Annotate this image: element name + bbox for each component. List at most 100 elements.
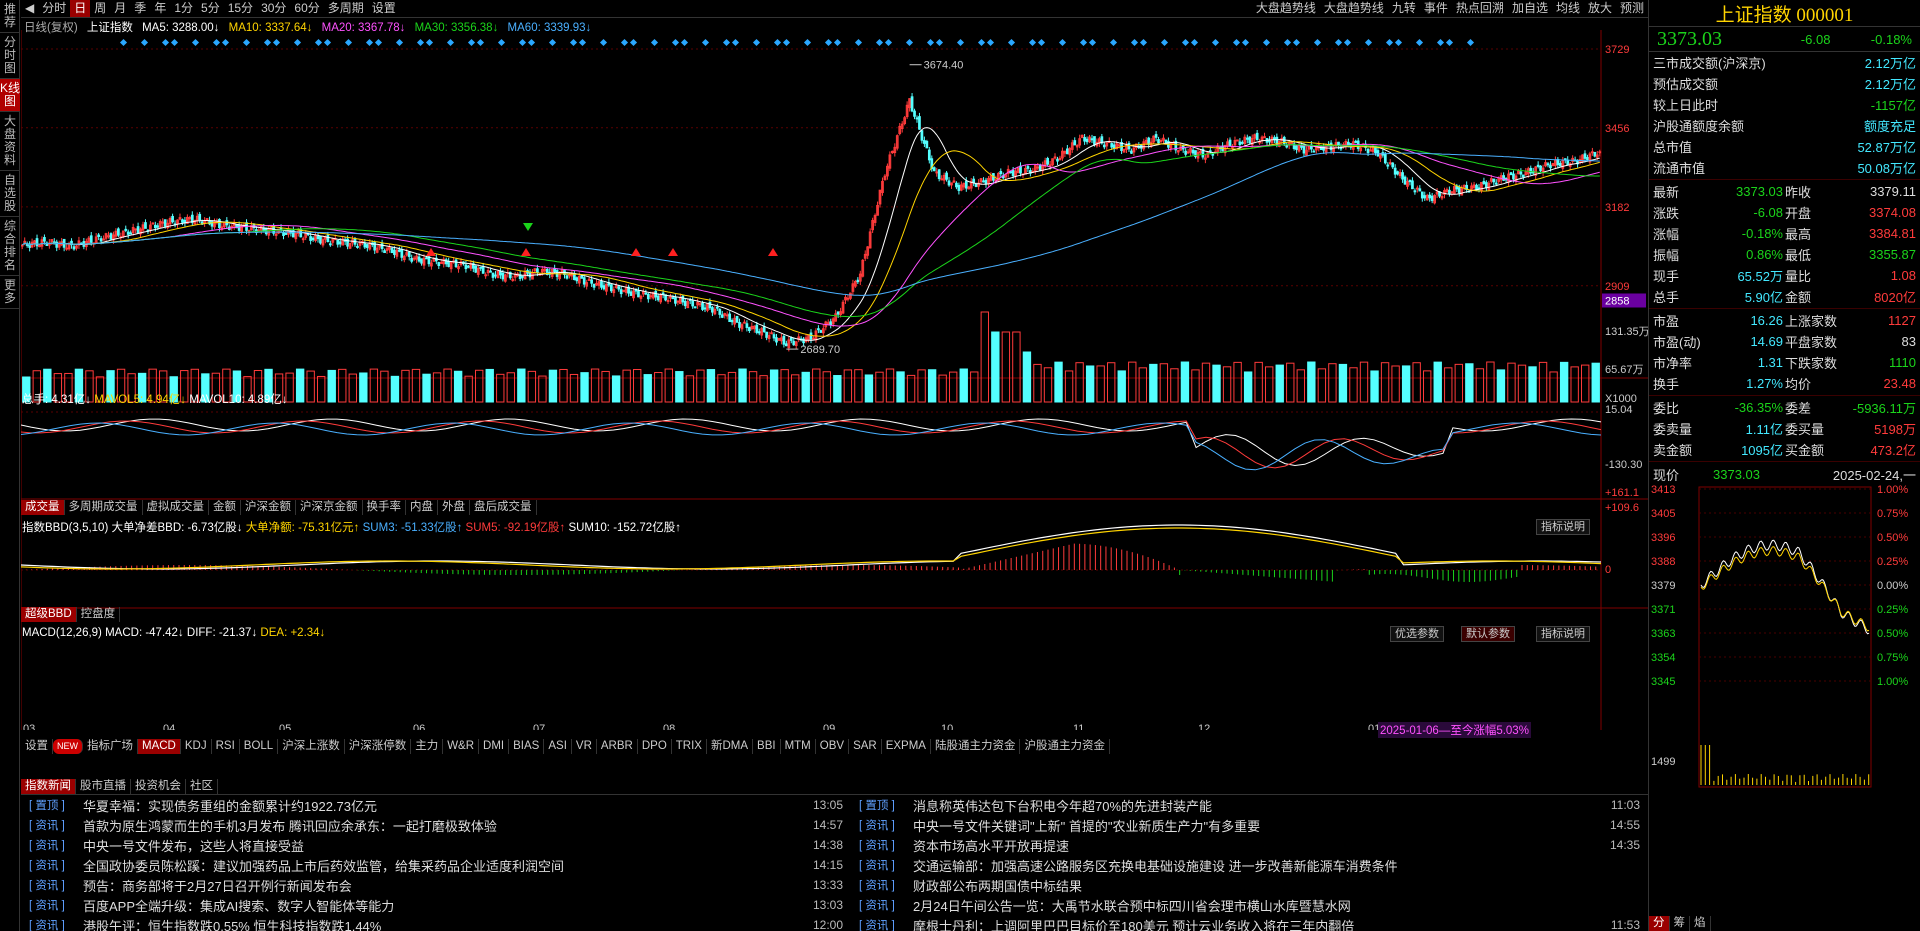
vertical-tab-4[interactable]: 自选股 — [0, 171, 20, 217]
news-title[interactable]: 百度APP全端升级：集成AI搜索、数字人智能体等能力 — [83, 896, 791, 915]
period-tab-8[interactable]: 15分 — [224, 0, 257, 17]
toolbar-item-5[interactable]: 加自选 — [1508, 0, 1552, 17]
indtabs-tab-14[interactable]: VR — [572, 738, 597, 754]
period-tab-10[interactable]: 60分 — [290, 0, 323, 17]
indtabs-tab-11[interactable]: DMI — [479, 738, 510, 754]
indtabs-tab-3[interactable]: MACD — [138, 738, 181, 754]
vertical-tab-6[interactable]: 更多 — [0, 276, 20, 309]
voltabs-tab-5[interactable]: 沪深京金额 — [296, 499, 363, 515]
period-tab-7[interactable]: 5分 — [197, 0, 224, 17]
indtabs-tab-5[interactable]: RSI — [212, 738, 240, 754]
indtabs-tab-19[interactable]: BBI — [753, 738, 781, 754]
news-item[interactable]: [ 资讯 ] 资本市场高水平开放再提速 14:35 — [851, 835, 1648, 855]
news-title[interactable]: 全国政协委员陈松蹊：建议加强药品上市后药效监管，给集采药品企业适度利润空间 — [83, 856, 791, 875]
vertical-tab-1[interactable]: 分时图 — [0, 33, 20, 79]
period-tab-9[interactable]: 30分 — [257, 0, 290, 17]
toolbar-item-4[interactable]: 热点回溯 — [1452, 0, 1508, 17]
toolbar-item-3[interactable]: 事件 — [1420, 0, 1452, 17]
period-tab-3[interactable]: 月 — [110, 0, 130, 17]
indtabs-tab-0[interactable]: 设置 — [21, 738, 53, 754]
period-tab-2[interactable]: 周 — [90, 0, 110, 17]
indtabs-tab-25[interactable]: 沪股通主力资金 — [1020, 738, 1110, 754]
news-title[interactable]: 首款为原生鸿蒙而生的手机3月发布 腾讯回应余承东：一起打磨极致体验 — [83, 816, 791, 835]
macd-default-params-button[interactable]: 默认参数 — [1461, 626, 1515, 642]
btabs-tab-2[interactable]: 焰 — [1690, 915, 1711, 931]
voltabs-tab-9[interactable]: 盘后成交量 — [470, 499, 537, 515]
kline-chart[interactable]: 3729 3456 3182 2909 2858 3674.40 2689.70 131.35… — [21, 30, 1648, 730]
news-item[interactable]: [ 资讯 ] 预告：商务部将于2月27日召开例行新闻发布会 13:33 — [21, 875, 851, 895]
indtabs-tab-9[interactable]: 主力 — [411, 738, 444, 754]
news-item[interactable]: [ 资讯 ] 摩根士丹利：上调阿里巴巴目标价至180美元 预计云业务收入将在三年内… — [851, 915, 1648, 931]
vertical-tab-5[interactable]: 综合排名 — [0, 217, 20, 276]
news-item[interactable]: [ 资讯 ] 全国政协委员陈松蹊：建议加强药品上市后药效监管，给集采药品企业适度利… — [21, 855, 851, 875]
voltabs-tab-6[interactable]: 换手率 — [363, 499, 406, 515]
btabs-tab-1[interactable]: 筹 — [1670, 915, 1690, 931]
period-tab-11[interactable]: 多周期 — [324, 0, 368, 17]
indtabs-tab-8[interactable]: 沪深涨停数 — [345, 738, 412, 754]
voltabs-tab-2[interactable]: 虚拟成交量 — [143, 499, 209, 515]
period-tab-0[interactable]: 分时 — [38, 0, 70, 17]
indtabs-tab-22[interactable]: SAR — [849, 738, 882, 754]
indtabs-tab-21[interactable]: OBV — [816, 738, 850, 754]
period-tab-1[interactable]: 日 — [70, 0, 91, 17]
news-title[interactable]: 2月24日午间公告一览：大禹节水联合预中标四川省会理市横山水库暨慧水网 — [913, 896, 1588, 915]
indtabs-tab-6[interactable]: BOLL — [240, 738, 279, 754]
voltabs-tab-7[interactable]: 内盘 — [406, 499, 438, 515]
back-icon[interactable]: ◀ — [21, 0, 38, 17]
news-title[interactable]: 交通运输部：加强高速公路服务区充换电基础设施建设 进一步改善新能源车消费条件 — [913, 856, 1588, 875]
news-item[interactable]: [ 置顶 ] 消息称英伟达包下台积电今年超70%的先进封装产能 11:03 — [851, 795, 1648, 815]
toolbar-item-8[interactable]: 预测 — [1616, 0, 1648, 17]
voltabs-tab-1[interactable]: 多周期成交量 — [65, 499, 143, 515]
indtabs-tab-10[interactable]: W&R — [443, 738, 480, 754]
news-title[interactable]: 中央一号文件关键词"上新" 首提的"农业新质生产力"有多重要 — [913, 816, 1588, 835]
newstabs-tab-1[interactable]: 股市直播 — [76, 778, 131, 794]
voltabs-tab-8[interactable]: 外盘 — [438, 499, 470, 515]
news-title[interactable]: 财政部公布两期国债中标结果 — [913, 876, 1588, 895]
toolbar-item-2[interactable]: 九转 — [1388, 0, 1420, 17]
indtabs-tab-12[interactable]: BIAS — [509, 738, 545, 754]
news-item[interactable]: [ 资讯 ] 财政部公布两期国债中标结果 — [851, 875, 1648, 895]
indtabs-tab-18[interactable]: 新DMA — [707, 738, 754, 754]
toolbar-item-7[interactable]: 放大 — [1584, 0, 1616, 17]
news-title[interactable]: 预告：商务部将于2月27日召开例行新闻发布会 — [83, 876, 791, 895]
indtabs-tab-20[interactable]: MTM — [781, 738, 816, 754]
toolbar-item-0[interactable]: 大盘趋势线 — [1252, 0, 1320, 17]
period-tab-12[interactable]: 设置 — [368, 0, 400, 17]
indtabs-tab-16[interactable]: DPO — [638, 738, 672, 754]
news-title[interactable]: 中央一号文件发布，这些人将直接受益 — [83, 836, 791, 855]
voltabs-tab-4[interactable]: 沪深金额 — [241, 499, 296, 515]
toolbar-item-6[interactable]: 均线 — [1552, 0, 1584, 17]
period-tab-5[interactable]: 年 — [150, 0, 170, 17]
newstabs-tab-3[interactable]: 社区 — [186, 778, 218, 794]
vertical-tab-3[interactable]: 大盘资料 — [0, 112, 20, 171]
period-tab-6[interactable]: 1分 — [170, 0, 197, 17]
voltabs-tab-3[interactable]: 金额 — [209, 499, 241, 515]
indtabs-tab-4[interactable]: KDJ — [181, 738, 212, 754]
news-title[interactable]: 摩根士丹利：上调阿里巴巴目标价至180美元 预计云业务收入将在三年内翻倍 — [913, 916, 1588, 931]
news-item[interactable]: [ 资讯 ] 中央一号文件发布，这些人将直接受益 14:38 — [21, 835, 851, 855]
vertical-tab-2[interactable]: K线图 — [0, 79, 20, 112]
macd-help-button[interactable]: 指标说明 — [1536, 626, 1590, 642]
news-item[interactable]: [ 资讯 ] 2月24日午间公告一览：大禹节水联合预中标四川省会理市横山水库暨慧水… — [851, 895, 1648, 915]
news-item[interactable]: [ 资讯 ] 中央一号文件关键词"上新" 首提的"农业新质生产力"有多重要 14:5… — [851, 815, 1648, 835]
news-item[interactable]: [ 资讯 ] 港股午评：恒生指数跌0.55% 恒生科技指数跌1.44% 12:00 — [21, 915, 851, 931]
period-tab-4[interactable]: 季 — [130, 0, 150, 17]
news-title[interactable]: 资本市场高水平开放再提速 — [913, 836, 1588, 855]
voltabs-tab-0[interactable]: 成交量 — [21, 499, 65, 515]
indtabs-tab-13[interactable]: ASI — [544, 738, 572, 754]
bbd-help-button[interactable]: 指标说明 — [1536, 519, 1590, 535]
news-item[interactable]: [ 资讯 ] 百度APP全端升级：集成AI搜索、数字人智能体等能力 13:03 — [21, 895, 851, 915]
news-title[interactable]: 港股午评：恒生指数跌0.55% 恒生科技指数跌1.44% — [83, 916, 791, 931]
macd-optimal-params-button[interactable]: 优选参数 — [1390, 626, 1444, 642]
intraday-mini-chart[interactable]: 3413 3405 3396 3388 3379 3371 3363 3354 3345 1499… — [1649, 484, 1920, 820]
btabs-tab-0[interactable]: 分 — [1649, 915, 1670, 931]
newstabs-tab-2[interactable]: 投资机会 — [131, 778, 186, 794]
news-item[interactable]: [ 置顶 ] 华夏幸福：实现债务重组的金额累计约1922.73亿元 13:05 — [21, 795, 851, 815]
indtabs-tab-1[interactable]: NEW — [53, 738, 83, 754]
indtabs-tab-2[interactable]: 指标广场 — [83, 738, 138, 754]
news-title[interactable]: 消息称英伟达包下台积电今年超70%的先进封装产能 — [913, 796, 1588, 815]
news-item[interactable]: [ 资讯 ] 交通运输部：加强高速公路服务区充换电基础设施建设 进一步改善新能源车… — [851, 855, 1648, 875]
indtabs-tab-23[interactable]: EXPMA — [882, 738, 931, 754]
news-item[interactable]: [ 资讯 ] 首款为原生鸿蒙而生的手机3月发布 腾讯回应余承东：一起打磨极致体验 1… — [21, 815, 851, 835]
bbdtabs-tab-0[interactable]: 超级BBD — [21, 606, 77, 622]
